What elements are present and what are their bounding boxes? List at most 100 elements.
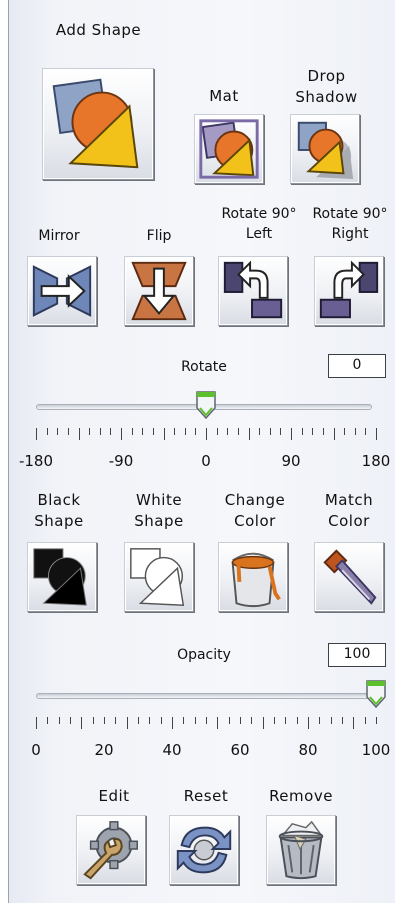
opacity-label: Opacity [177, 647, 231, 663]
rotate-right-button[interactable] [314, 256, 384, 326]
white-shape-button[interactable] [124, 542, 194, 612]
slider-tick [344, 428, 345, 435]
eyedropper-icon [323, 549, 377, 605]
paint-bucket-icon [231, 552, 281, 608]
opacity-value-field[interactable]: 100 [328, 643, 386, 667]
mat-label: Mat [209, 87, 239, 105]
slider-tick [174, 428, 175, 435]
slider-tick [297, 717, 298, 724]
slider-tick [93, 717, 94, 724]
slider-tick [68, 428, 69, 435]
slider-tick [59, 717, 60, 724]
white-shape-label: White Shape [134, 491, 184, 530]
rotate-slider-ticks [36, 428, 377, 448]
slider-tick [365, 717, 366, 724]
slider-tick [323, 428, 324, 435]
mirror-button[interactable] [27, 256, 97, 326]
slider-tick [47, 717, 48, 724]
drop-shadow-button[interactable] [290, 114, 360, 184]
slider-tick [259, 428, 260, 435]
drop-shadow-label: Drop Shadow [295, 67, 358, 106]
rotate-scale-label: 0 [201, 452, 211, 470]
slider-tick [195, 717, 196, 724]
rotate-right-label: Rotate 90° Right [312, 206, 388, 242]
slider-tick [70, 717, 71, 724]
rotate-left-icon [223, 260, 283, 319]
match-color-label: Match Color [324, 491, 374, 530]
match-color-button[interactable] [314, 542, 384, 612]
reset-label: Reset [183, 787, 229, 805]
slider-tick [89, 428, 90, 435]
trash-can-icon [278, 820, 324, 880]
slider-tick [355, 428, 356, 435]
opacity-scale-label: 20 [94, 741, 114, 759]
slider-tick [47, 428, 48, 435]
slider-tick [132, 428, 133, 435]
slider-tick [206, 717, 207, 724]
slider-tick [161, 717, 162, 724]
slider-tick [229, 717, 230, 724]
slider-tick [291, 428, 292, 440]
black-shape-button[interactable] [27, 542, 97, 612]
rotate-left-button[interactable] [218, 256, 288, 326]
slider-tick [353, 717, 354, 729]
slider-tick [195, 428, 196, 435]
black-shape-label: Black Shape [34, 491, 84, 530]
change-color-label: Change Color [224, 491, 286, 530]
slider-tick [81, 717, 82, 729]
slider-tick [185, 428, 186, 435]
remove-button[interactable] [266, 815, 336, 885]
slider-tick [308, 717, 309, 729]
slider-tick [302, 428, 303, 435]
add-shape-button[interactable] [42, 68, 154, 180]
slider-tick [217, 428, 218, 435]
flip-button[interactable] [124, 256, 194, 326]
drop-shadow-icon [297, 121, 354, 180]
opacity-slider-thumb[interactable] [365, 679, 387, 709]
slider-tick [153, 428, 154, 435]
reset-button[interactable] [169, 815, 239, 885]
slider-tick [104, 717, 105, 724]
slider-tick [142, 428, 143, 435]
mirror-label: Mirror [38, 228, 80, 244]
slider-tick [172, 717, 173, 729]
slider-tick [342, 717, 343, 724]
white-shape-icon [130, 548, 185, 606]
mat-button[interactable] [194, 114, 264, 184]
opacity-slider-ticks [36, 717, 377, 737]
slider-tick [270, 428, 271, 435]
opacity-scale-label: 0 [31, 741, 41, 759]
slider-tick [138, 717, 139, 724]
slider-tick [274, 717, 275, 724]
add-shape-icon [52, 78, 139, 169]
mat-icon [199, 119, 259, 179]
shape-tools-panel: Add Shape Mat Drop Shadow Mirror Flip Ro… [8, 0, 395, 903]
remove-label: Remove [269, 787, 333, 805]
slider-tick [183, 717, 184, 724]
slider-tick [121, 428, 122, 440]
rotate-scale-label: -180 [18, 452, 54, 470]
slider-tick [79, 428, 80, 440]
slider-tick [100, 428, 101, 435]
reset-arrows-icon [176, 826, 232, 874]
flip-label: Flip [146, 228, 172, 244]
slider-tick [319, 717, 320, 724]
slider-tick [227, 428, 228, 435]
opacity-scale-label: 40 [162, 741, 182, 759]
slider-tick [365, 428, 366, 435]
rotate-value-field[interactable]: 0 [328, 354, 386, 378]
rotate-slider-thumb[interactable] [195, 390, 217, 420]
edit-button[interactable] [76, 815, 146, 885]
mirror-icon [32, 265, 92, 317]
slider-tick [217, 717, 218, 729]
black-shape-icon [33, 548, 87, 606]
slider-tick [251, 717, 252, 724]
slider-tick [36, 717, 37, 729]
rotate-scale-label: 180 [361, 452, 391, 470]
rotate-right-icon [319, 260, 379, 319]
rotate-left-label: Rotate 90° Left [221, 206, 297, 242]
rotate-scale-label: -90 [108, 452, 134, 470]
change-color-button[interactable] [218, 542, 288, 612]
opacity-slider-track[interactable] [36, 693, 376, 699]
slider-tick [240, 717, 241, 724]
